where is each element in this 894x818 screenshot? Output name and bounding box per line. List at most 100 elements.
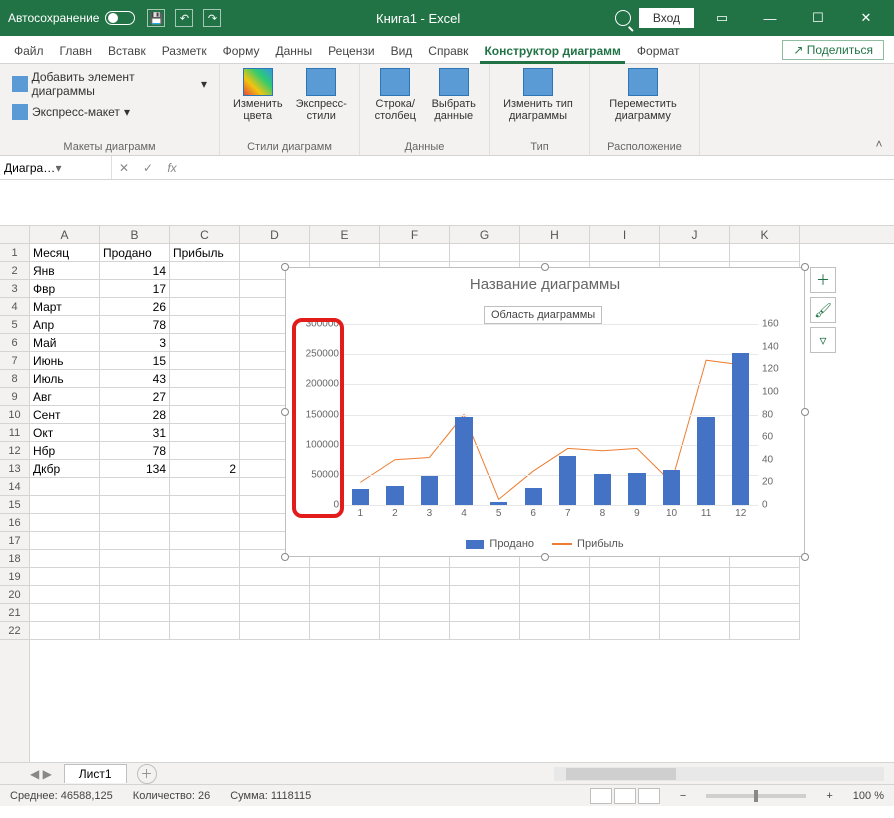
- cell[interactable]: [170, 406, 240, 424]
- bar[interactable]: [697, 417, 714, 505]
- cell[interactable]: [100, 514, 170, 532]
- save-icon[interactable]: 💾: [147, 9, 165, 27]
- login-button[interactable]: Вход: [639, 8, 694, 28]
- cell[interactable]: [100, 568, 170, 586]
- select-all-corner[interactable]: [0, 226, 30, 244]
- bar[interactable]: [455, 417, 472, 505]
- cells-area[interactable]: МесяцПроданоПрибыльЯнв14Фвр17Март26Апр78…: [30, 244, 894, 762]
- cell[interactable]: [590, 622, 660, 640]
- cell[interactable]: [660, 568, 730, 586]
- row-header[interactable]: 1: [0, 244, 29, 262]
- cell[interactable]: Нбр: [30, 442, 100, 460]
- tab-help[interactable]: Справк: [420, 40, 476, 63]
- bar[interactable]: [386, 486, 403, 505]
- cell[interactable]: [30, 496, 100, 514]
- cell[interactable]: [170, 298, 240, 316]
- select-data-button[interactable]: Выбрать данные: [427, 68, 482, 122]
- move-chart-button[interactable]: Переместить диаграмму: [598, 68, 688, 122]
- column-header[interactable]: I: [590, 226, 660, 243]
- collapse-ribbon-icon[interactable]: ˄: [872, 137, 886, 151]
- cell[interactable]: [100, 604, 170, 622]
- cell[interactable]: [590, 604, 660, 622]
- cell[interactable]: 31: [100, 424, 170, 442]
- column-header[interactable]: K: [730, 226, 800, 243]
- row-header[interactable]: 3: [0, 280, 29, 298]
- cell[interactable]: [170, 532, 240, 550]
- column-header[interactable]: H: [520, 226, 590, 243]
- change-colors-button[interactable]: Изменить цвета: [228, 68, 288, 122]
- cell[interactable]: Продано: [100, 244, 170, 262]
- cell[interactable]: [30, 604, 100, 622]
- cell[interactable]: [450, 622, 520, 640]
- cell[interactable]: 17: [100, 280, 170, 298]
- cell[interactable]: [30, 478, 100, 496]
- legend-item[interactable]: Прибыль: [552, 538, 624, 550]
- cell[interactable]: 3: [100, 334, 170, 352]
- cell[interactable]: [170, 388, 240, 406]
- cell[interactable]: [730, 622, 800, 640]
- row-header[interactable]: 22: [0, 622, 29, 640]
- sheet-nav[interactable]: ◀ ▶: [30, 767, 52, 781]
- cell[interactable]: [450, 586, 520, 604]
- cell[interactable]: [450, 568, 520, 586]
- quick-styles-button[interactable]: Экспресс-стили: [292, 68, 352, 122]
- column-header[interactable]: J: [660, 226, 730, 243]
- row-header[interactable]: 13: [0, 460, 29, 478]
- chart-object[interactable]: Название диаграммы Область диаграммы 050…: [285, 267, 805, 557]
- row-header[interactable]: 18: [0, 550, 29, 568]
- share-button[interactable]: ↗ Поделиться: [782, 40, 884, 60]
- zoom-in-button[interactable]: +: [826, 790, 832, 802]
- cell[interactable]: [30, 514, 100, 532]
- normal-view-button[interactable]: [590, 788, 612, 804]
- bar[interactable]: [663, 470, 680, 505]
- cell[interactable]: [730, 604, 800, 622]
- cell[interactable]: [240, 244, 310, 262]
- tab-format[interactable]: Формат: [629, 40, 688, 63]
- cell[interactable]: Сент: [30, 406, 100, 424]
- resize-handle[interactable]: [801, 553, 809, 561]
- search-icon[interactable]: [615, 10, 631, 26]
- cell[interactable]: [170, 334, 240, 352]
- row-header[interactable]: 2: [0, 262, 29, 280]
- cell[interactable]: 2: [170, 460, 240, 478]
- row-header[interactable]: 19: [0, 568, 29, 586]
- cell[interactable]: [310, 244, 380, 262]
- zoom-out-button[interactable]: −: [680, 790, 686, 802]
- cell[interactable]: [170, 604, 240, 622]
- cell[interactable]: 27: [100, 388, 170, 406]
- zoom-level[interactable]: 100 %: [853, 790, 884, 802]
- row-header[interactable]: 7: [0, 352, 29, 370]
- row-header[interactable]: 17: [0, 532, 29, 550]
- cell[interactable]: 15: [100, 352, 170, 370]
- cell[interactable]: [450, 604, 520, 622]
- cell[interactable]: [100, 586, 170, 604]
- cell[interactable]: [590, 244, 660, 262]
- row-header[interactable]: 11: [0, 424, 29, 442]
- cell[interactable]: [30, 568, 100, 586]
- bar[interactable]: [732, 353, 749, 505]
- cell[interactable]: Дкбр: [30, 460, 100, 478]
- cell[interactable]: [170, 316, 240, 334]
- chart-plot-area[interactable]: 0500001000001500002000002500003000000204…: [342, 324, 758, 506]
- cell[interactable]: [380, 244, 450, 262]
- tab-view[interactable]: Вид: [383, 40, 421, 63]
- cell[interactable]: [240, 568, 310, 586]
- chart-elements-button[interactable]: ＋: [810, 267, 836, 293]
- minimize-icon[interactable]: —: [750, 5, 790, 31]
- tab-home[interactable]: Главн: [52, 40, 101, 63]
- tab-file[interactable]: Файл: [6, 40, 52, 63]
- row-header[interactable]: 14: [0, 478, 29, 496]
- legend-item[interactable]: Продано: [466, 538, 534, 550]
- cancel-formula-icon[interactable]: ✕: [112, 156, 136, 179]
- cell[interactable]: [240, 586, 310, 604]
- chevron-down-icon[interactable]: ▾: [56, 161, 108, 175]
- cell[interactable]: [520, 244, 590, 262]
- chart-legend[interactable]: Продано Прибыль: [286, 538, 804, 550]
- cell[interactable]: [590, 568, 660, 586]
- bar[interactable]: [490, 502, 507, 505]
- column-header[interactable]: D: [240, 226, 310, 243]
- cell[interactable]: [730, 586, 800, 604]
- fx-icon[interactable]: fx: [160, 156, 184, 179]
- cell[interactable]: [520, 586, 590, 604]
- row-header[interactable]: 21: [0, 604, 29, 622]
